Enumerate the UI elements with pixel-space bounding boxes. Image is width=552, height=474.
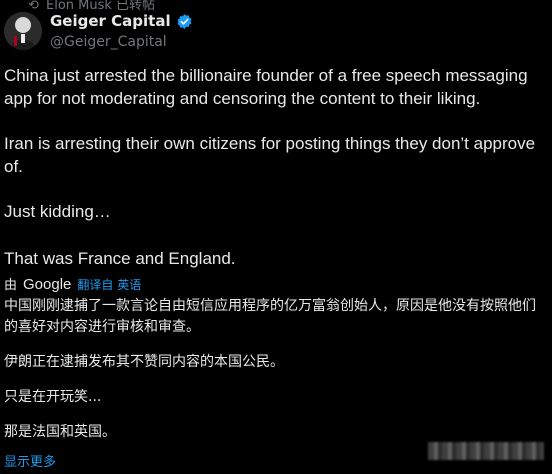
tweet-paragraph: Just kidding… [4,202,111,221]
translated-text: 中国刚刚逮捕了一款言论自由短信应用程序的亿万富翁创始人，原因是他没有按照他们的喜… [4,296,548,443]
translated-paragraph: 中国刚刚逮捕了一款言论自由短信应用程序的亿万富翁创始人，原因是他没有按照他们的喜… [4,298,536,335]
tweet-paragraph: Iran is arresting their own citizens for… [4,134,536,176]
avatar[interactable] [4,12,42,50]
verified-badge-icon [177,13,192,29]
translation-attribution: 由 Google 翻译自 英语 [4,274,141,293]
watermark [428,442,544,460]
author-name-row[interactable]: Geiger Capital [50,12,193,30]
author-handle[interactable]: @Geiger_Capital [50,34,167,50]
translated-from-link[interactable]: 翻译自 英语 [77,276,141,293]
translated-by-label: 由 [4,278,18,293]
translated-paragraph: 只是在开玩笑... [4,389,102,405]
show-more-link[interactable]: 显示更多 [4,451,56,470]
google-logo: Google [23,276,72,293]
author-display-name[interactable]: Geiger Capital [50,12,171,30]
translated-paragraph: 那是法国和英国。 [4,424,116,440]
repost-icon: ⟲ [28,0,39,13]
tweet-text: China just arrested the billionaire foun… [4,64,544,270]
avatar-image [4,12,42,50]
tweet-paragraph: That was France and England. [4,249,236,268]
translated-paragraph: 伊朗正在逮捕发布其不赞同内容的本国公民。 [4,354,284,370]
tweet-paragraph: China just arrested the billionaire foun… [4,66,528,108]
